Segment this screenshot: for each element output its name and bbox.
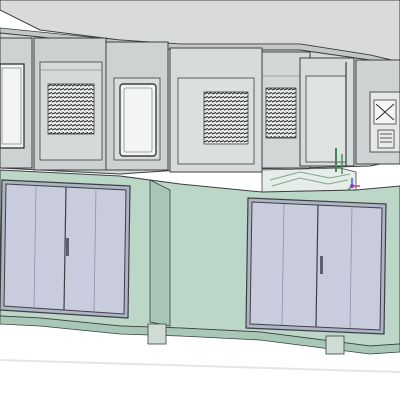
upper-panel-control [355,59,400,165]
upper-panel-blank [299,57,355,167]
left-double-door[interactable] [0,179,131,319]
door-handle-icon [320,256,323,274]
upper-panel-louver-2 [169,47,263,173]
cad-viewport[interactable] [0,0,400,400]
upper-panel-louver-1 [33,37,107,171]
upper-panel-window-left [0,37,33,169]
cabinet-assembly-drawing [0,0,400,373]
right-double-door[interactable] [245,197,387,335]
louver-vent-icon [47,83,95,135]
louver-vent-icon [203,91,249,145]
upper-panel-window-2 [105,41,169,171]
louver-vent-icon [265,87,297,139]
door-handle-icon [66,238,69,256]
ground-line [0,359,400,373]
